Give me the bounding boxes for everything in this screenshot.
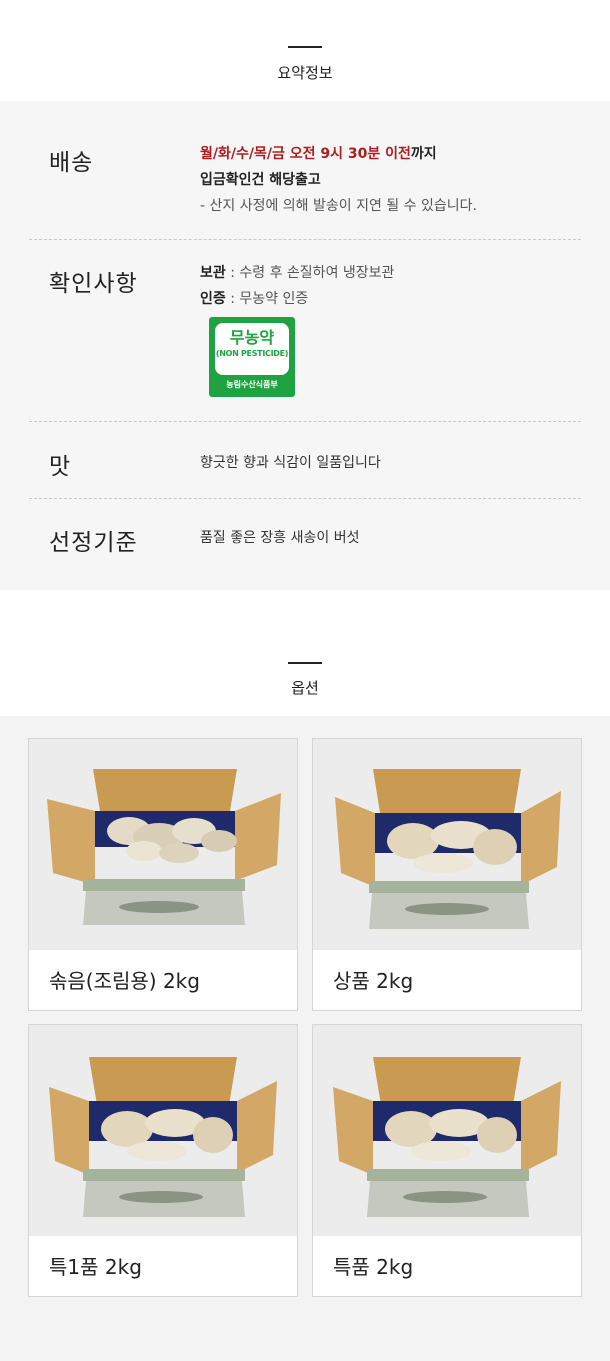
- badge-inner: 무농약 (NON PESTICIDE): [215, 323, 289, 375]
- mushroom-box-illustration: [29, 739, 297, 950]
- badge-sub-text: (NON PESTICIDE): [215, 349, 289, 358]
- row-body-delivery: 월/화/수/목/금 오전 9시 30분 이전까지 입금확인건 해당출고 - 산지…: [200, 141, 580, 219]
- summary-row-check: 확인사항 보관 : 수령 후 손질하여 냉장보관 인증 : 무농약 인증: [29, 240, 581, 422]
- option-label: 상품 2kg: [333, 969, 414, 993]
- storage-key: 보관: [200, 265, 226, 281]
- row-label-check: 확인사항: [49, 271, 138, 297]
- row-body-check: 보관 : 수령 후 손질하여 냉장보관 인증 : 무농약 인증: [200, 260, 580, 312]
- mushroom-box-illustration: [313, 739, 581, 950]
- row-label-taste: 맛: [49, 454, 72, 480]
- options-title: 옵션: [291, 679, 319, 697]
- options-panel: 솎음(조림용) 2kg 상품 2kg 특1품 2kg 특품 2kg: [0, 716, 610, 1361]
- mushroom-box-illustration: [29, 1025, 297, 1236]
- row-label-criteria: 선정기준: [49, 530, 138, 556]
- summary-title: 요약정보: [277, 64, 333, 82]
- option-card-1[interactable]: 솎음(조림용) 2kg: [28, 738, 298, 1011]
- delivery-line2: 입금확인건 해당출고: [200, 172, 321, 188]
- summary-row-delivery: 배송 월/화/수/목/금 오전 9시 30분 이전까지 입금확인건 해당출고 -…: [29, 101, 581, 239]
- delivery-line3: - 산지 사정에 의해 발송이 지연 될 수 있습니다.: [200, 198, 477, 214]
- option-label: 특품 2kg: [333, 1255, 414, 1279]
- mushroom-box-image: [313, 1025, 581, 1236]
- summary-title-rule: [288, 46, 322, 48]
- delivery-schedule: 월/화/수/목/금 오전 9시 30분 이전까지: [200, 141, 580, 167]
- row-label-delivery: 배송: [49, 150, 94, 176]
- option-card-4[interactable]: 특품 2kg: [312, 1024, 582, 1297]
- non-pesticide-badge: 무농약 (NON PESTICIDE) 농림수산식품부: [209, 317, 295, 397]
- option-label: 특1품 2kg: [49, 1255, 142, 1279]
- option-label: 솎음(조림용) 2kg: [49, 969, 200, 993]
- badge-main-text: 무농약: [229, 328, 275, 347]
- storage-line: 보관 : 수령 후 손질하여 냉장보관: [200, 260, 580, 286]
- cert-key: 인증: [200, 291, 226, 307]
- badge-footer-text: 농림수산식품부: [226, 380, 278, 389]
- delivery-highlight: 월/화/수/목/금 오전 9시 30분 이전: [200, 146, 411, 162]
- row-body-criteria: 품질 좋은 장흥 새송이 버섯: [200, 530, 360, 546]
- row-body-taste: 향긋한 향과 식감이 일품입니다: [200, 455, 381, 471]
- summary-row-criteria: 선정기준 품질 좋은 장흥 새송이 버섯: [29, 499, 581, 579]
- storage-value: : 수령 후 손질하여 냉장보관: [225, 265, 395, 281]
- mushroom-box-illustration: [313, 1025, 581, 1236]
- cert-value: : 무농약 인증: [225, 291, 309, 307]
- delivery-suffix: 까지: [410, 146, 437, 162]
- summary-row-taste: 맛 향긋한 향과 식감이 일품입니다: [29, 422, 581, 498]
- options-title-rule: [288, 662, 322, 664]
- mushroom-box-image: [29, 739, 297, 950]
- mushroom-box-image: [313, 739, 581, 950]
- cert-line: 인증 : 무농약 인증: [200, 286, 580, 312]
- mushroom-box-image: [29, 1025, 297, 1236]
- summary-panel: 배송 월/화/수/목/금 오전 9시 30분 이전까지 입금확인건 해당출고 -…: [0, 101, 610, 590]
- option-card-2[interactable]: 상품 2kg: [312, 738, 582, 1011]
- option-card-3[interactable]: 특1품 2kg: [28, 1024, 298, 1297]
